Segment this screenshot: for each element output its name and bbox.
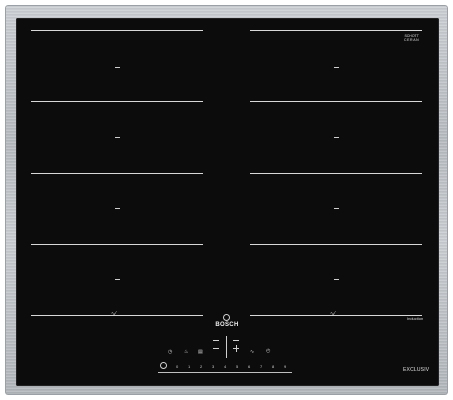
right-zone-line-4 bbox=[250, 244, 422, 245]
slider-digit-2[interactable]: 2 bbox=[200, 364, 202, 369]
right-zone-line-1 bbox=[250, 30, 422, 31]
zone-center-mark bbox=[115, 279, 120, 280]
flex-zone-icon[interactable]: ∿ bbox=[250, 349, 254, 355]
ceramic-glass-cooktop bbox=[16, 18, 439, 386]
slider-digit-5[interactable]: 5 bbox=[236, 364, 238, 369]
zone-center-mark bbox=[334, 137, 339, 138]
zone-center-mark bbox=[334, 208, 339, 209]
left-zone-line-1 bbox=[31, 30, 203, 31]
center-top-mark bbox=[213, 340, 219, 341]
glass-maker-line2: CERAN bbox=[404, 38, 420, 42]
zone-center-mark bbox=[115, 67, 120, 68]
childlock-icon[interactable]: ▤ bbox=[198, 349, 203, 355]
zone-center-mark bbox=[115, 208, 120, 209]
zone-center-mark bbox=[115, 137, 120, 138]
brand-name: BOSCH bbox=[215, 322, 239, 328]
right-zone-line-2 bbox=[250, 101, 422, 102]
slider-digit-9[interactable]: 9 bbox=[284, 364, 286, 369]
minus-icon[interactable] bbox=[213, 348, 219, 349]
slider-digit-1[interactable]: 1 bbox=[188, 364, 190, 369]
left-zone-line-5 bbox=[31, 315, 203, 316]
center-top-mark bbox=[233, 340, 239, 341]
zone-center-mark bbox=[334, 67, 339, 68]
slider-digit-6[interactable]: 6 bbox=[248, 364, 250, 369]
slider-digit-3[interactable]: 3 bbox=[212, 364, 214, 369]
bosch-logo-icon bbox=[223, 314, 230, 321]
right-zone-line-5 bbox=[250, 315, 422, 316]
left-zone-line-4 bbox=[31, 244, 203, 245]
timer-icon[interactable]: ◷ bbox=[168, 349, 172, 355]
slider-digit-8[interactable]: 8 bbox=[272, 364, 274, 369]
induction-label: Induction bbox=[407, 316, 424, 321]
zone-center-mark bbox=[334, 279, 339, 280]
flex-zone-left-icon: ∿⁄ bbox=[111, 311, 117, 317]
series-label: EXCLUSIV bbox=[403, 367, 430, 373]
boost-icon[interactable]: ♨ bbox=[184, 349, 188, 355]
slider-digit-4[interactable]: 4 bbox=[224, 364, 226, 369]
plus-icon-vertical bbox=[236, 345, 237, 352]
power-icon[interactable] bbox=[160, 362, 167, 369]
slider-digit-0[interactable]: 0 bbox=[176, 364, 178, 369]
right-zone-line-3 bbox=[250, 173, 422, 174]
left-zone-line-2 bbox=[31, 101, 203, 102]
clock-icon[interactable]: ◴ bbox=[266, 348, 270, 354]
left-zone-line-3 bbox=[31, 173, 203, 174]
flex-zone-right-icon: ∿⁄ bbox=[330, 311, 336, 317]
glass-maker-logo: SCHOTT CERAN bbox=[404, 34, 419, 42]
slider-digit-7[interactable]: 7 bbox=[260, 364, 262, 369]
center-divider bbox=[226, 336, 227, 358]
power-slider-track[interactable] bbox=[158, 372, 292, 373]
